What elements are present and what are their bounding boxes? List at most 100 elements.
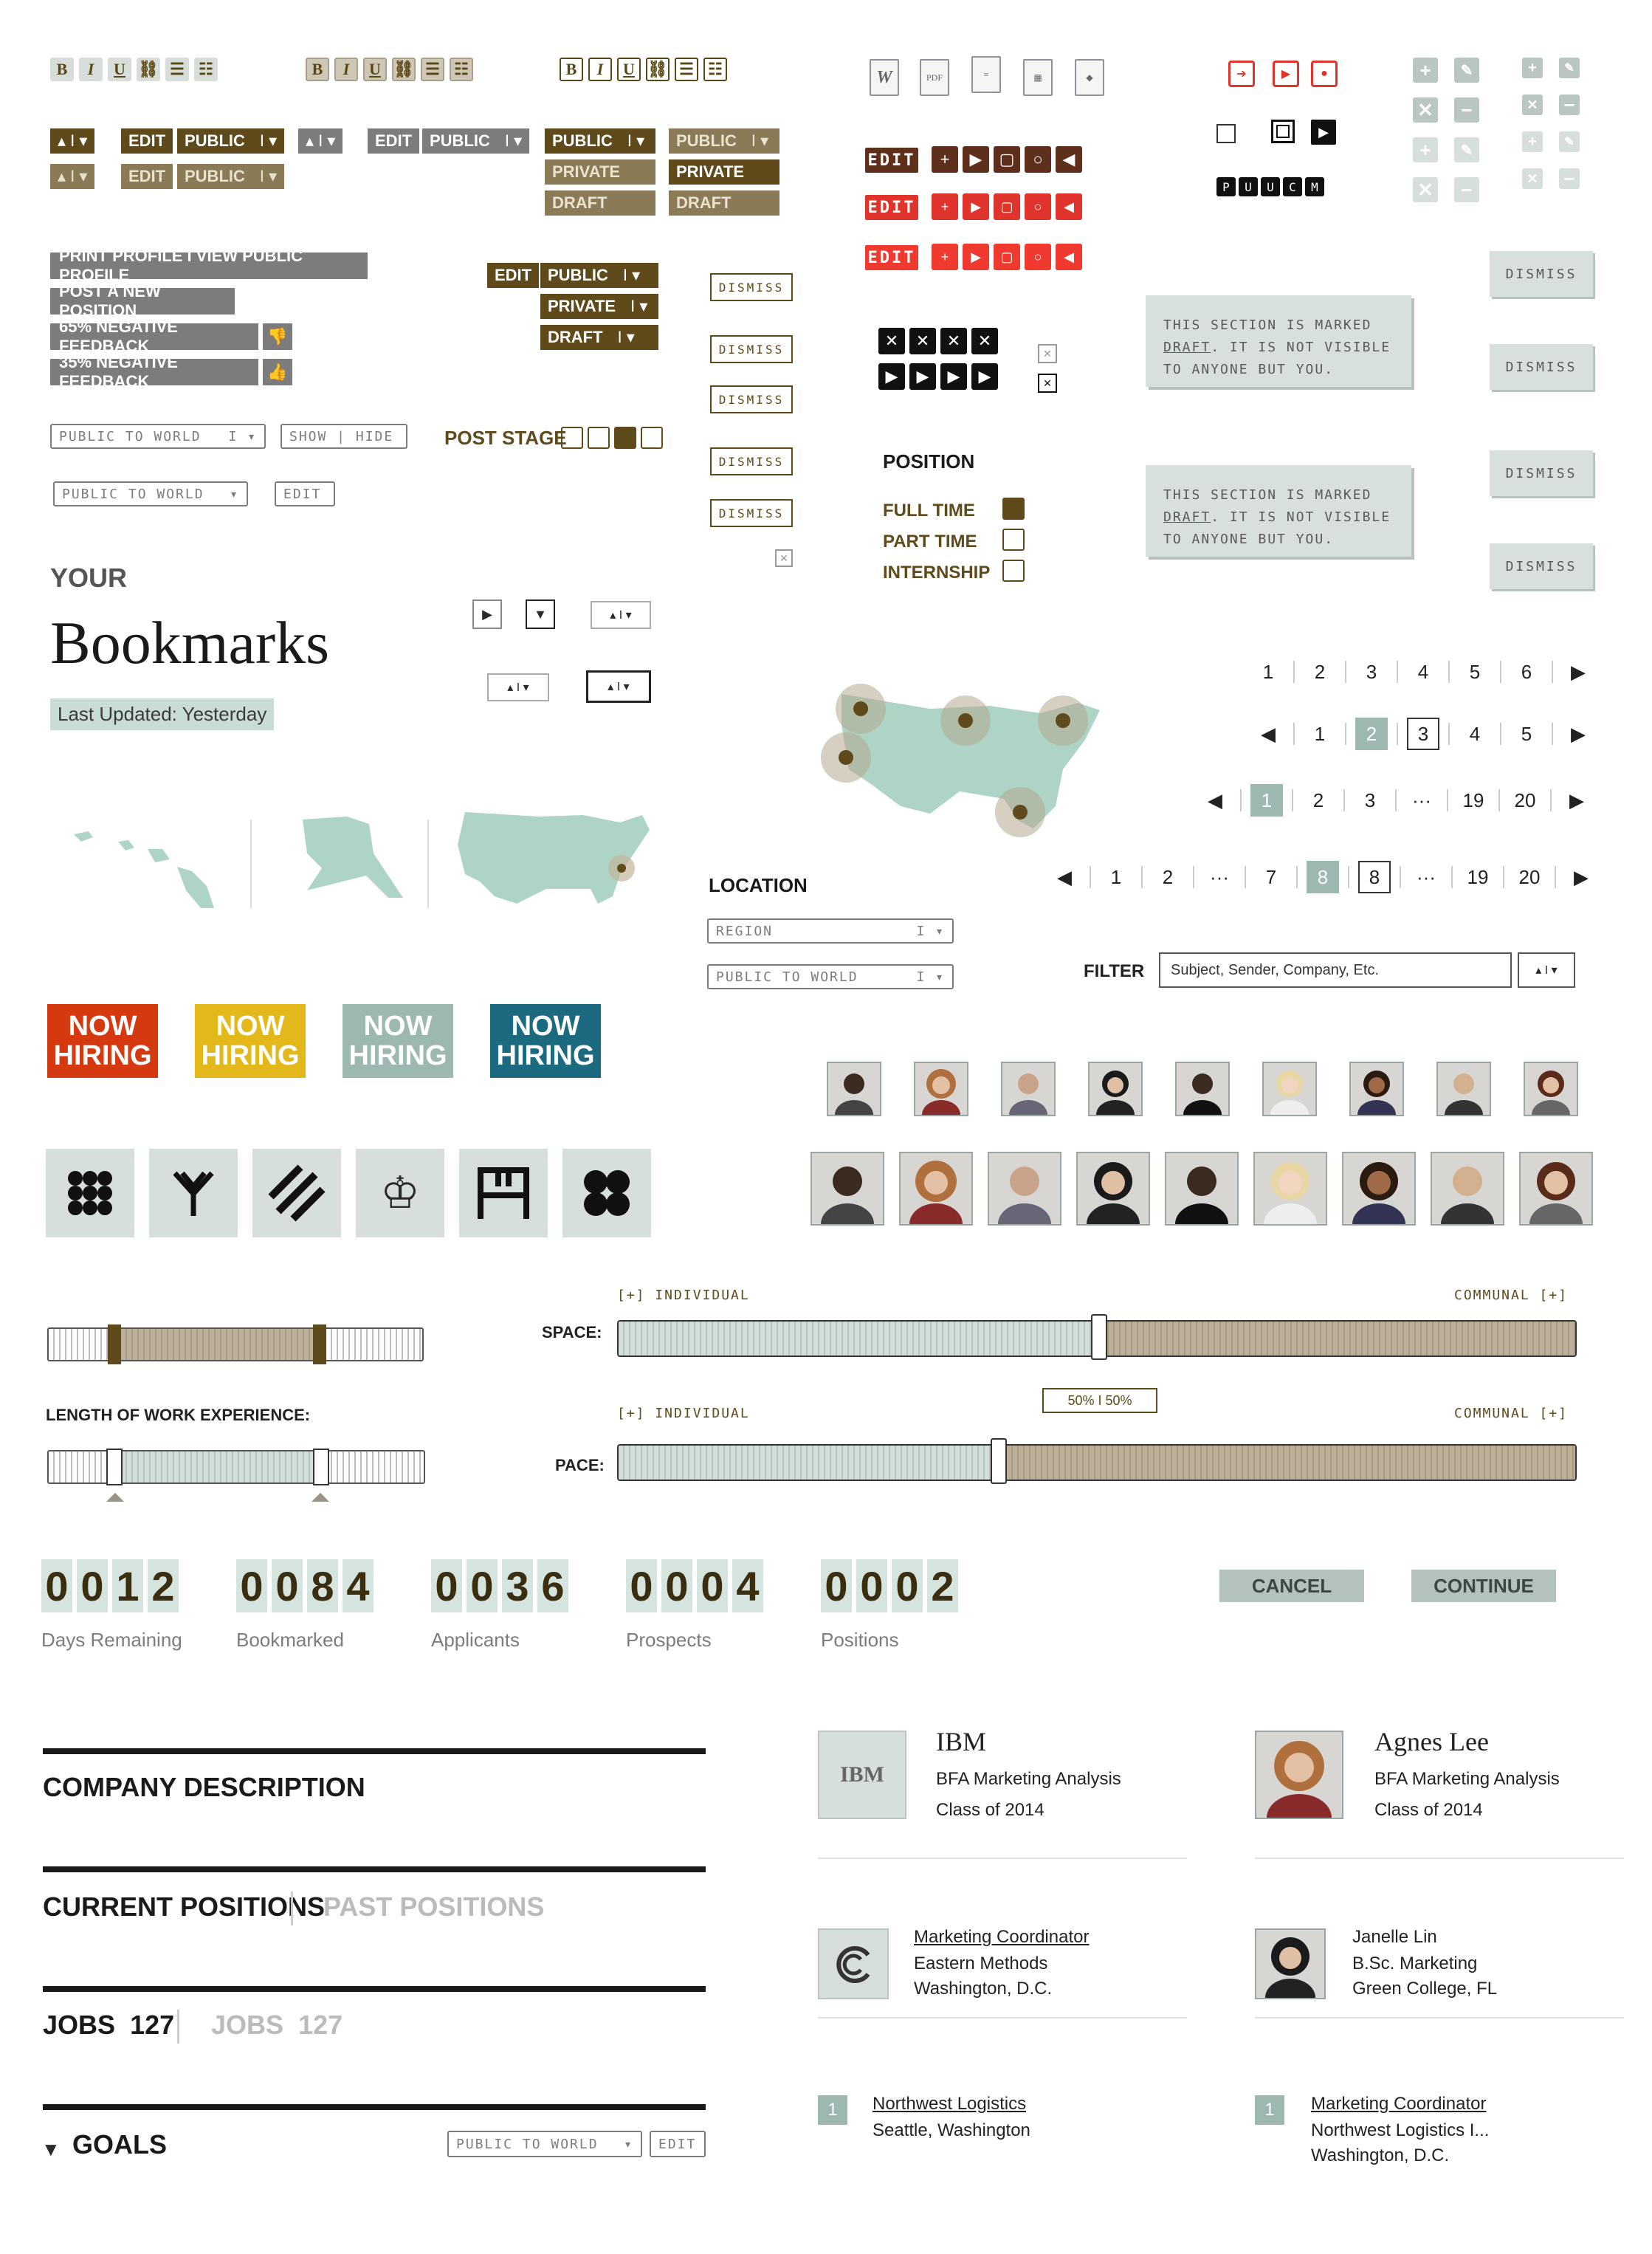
continue-button[interactable]: CONTINUE xyxy=(1411,1570,1556,1602)
play-icon[interactable]: ▶ xyxy=(963,193,989,220)
red-arrow-icon[interactable]: ➔ xyxy=(1228,61,1255,87)
avatar[interactable] xyxy=(1165,1152,1239,1226)
region-dropdown[interactable]: REGION I ▾ xyxy=(707,918,954,944)
dismiss-tag[interactable]: DISMISS xyxy=(1490,450,1593,496)
now-hiring-tag[interactable]: NOW HIRING xyxy=(47,1004,158,1078)
location-pin[interactable] xyxy=(853,701,868,716)
dismiss-button[interactable]: DISMISS xyxy=(710,447,793,475)
close-icon[interactable]: ✕ xyxy=(1413,97,1438,123)
checkbox-empty[interactable] xyxy=(1216,124,1236,143)
minus-icon-small[interactable]: − xyxy=(1559,94,1580,116)
private-dropdown[interactable]: PRIVATE xyxy=(669,159,779,185)
edit-pill[interactable]: EDIT xyxy=(368,128,420,154)
spreadsheet-doc-icon[interactable]: ▦ xyxy=(1023,59,1053,96)
individual-label[interactable]: [+] INDIVIDUAL xyxy=(617,1406,750,1421)
now-hiring-tag[interactable]: NOW HIRING xyxy=(195,1004,306,1078)
part-time-checkbox[interactable] xyxy=(1002,529,1025,551)
numbered-list-icon[interactable]: ☷ xyxy=(194,58,218,81)
letter-key[interactable]: C xyxy=(1283,177,1302,196)
play-icon[interactable]: ▶ xyxy=(909,363,936,390)
play-icon[interactable]: ▶ xyxy=(472,599,502,629)
location-pin[interactable] xyxy=(839,750,853,765)
now-hiring-tag[interactable]: NOW HIRING xyxy=(343,1004,453,1078)
internship-checkbox[interactable] xyxy=(1002,560,1025,582)
presentation-doc-icon[interactable]: ◆ xyxy=(1075,59,1104,96)
ibm-logo[interactable]: IBM xyxy=(818,1731,906,1819)
draft-option[interactable]: DRAFT xyxy=(669,190,779,216)
sort-pill[interactable]: ▴ I ▾ xyxy=(298,128,343,154)
avatar[interactable] xyxy=(1253,1152,1327,1226)
page-link[interactable]: 2 xyxy=(1304,656,1336,688)
avatar[interactable] xyxy=(1349,1062,1404,1116)
page-link[interactable]: 6 xyxy=(1510,656,1543,688)
avatar[interactable] xyxy=(1436,1062,1491,1116)
page-link[interactable]: 4 xyxy=(1407,656,1439,688)
edit-button[interactable]: EDIT xyxy=(650,2131,706,2157)
numbered-list-icon[interactable]: ☷ xyxy=(450,58,473,81)
avatar[interactable] xyxy=(810,1152,884,1226)
page-link[interactable]: 2 xyxy=(1302,784,1335,817)
range-slider-track[interactable] xyxy=(47,1324,424,1364)
tab-jobs-inactive[interactable]: JOBS 127 xyxy=(211,2010,343,2041)
edit-pill[interactable]: EDIT xyxy=(121,128,173,154)
stop-icon[interactable] xyxy=(1271,120,1295,143)
full-time-checkbox[interactable] xyxy=(1002,498,1025,520)
next-page-icon[interactable]: ▶ xyxy=(1562,718,1594,750)
close-icon[interactable]: ✕ xyxy=(909,328,936,354)
bold-button[interactable]: B xyxy=(560,58,583,81)
goals-heading[interactable]: GOALS xyxy=(72,2129,167,2160)
private-dropdown[interactable]: PRIVATE I ▾ xyxy=(540,294,658,319)
page-link-hover[interactable]: 3 xyxy=(1407,718,1439,750)
stage-step[interactable] xyxy=(641,427,663,449)
pdf-doc-icon[interactable]: PDF xyxy=(920,59,949,96)
page-link[interactable]: 3 xyxy=(1354,784,1386,817)
location-pin[interactable] xyxy=(1056,713,1070,728)
page-link[interactable]: 5 xyxy=(1459,656,1491,688)
draft-dropdown[interactable]: DRAFT I ▾ xyxy=(540,325,658,350)
avatar[interactable] xyxy=(1001,1062,1056,1116)
volume-icon[interactable]: ◀ xyxy=(1056,146,1082,173)
now-hiring-tag[interactable]: NOW HIRING xyxy=(490,1004,601,1078)
visibility-dropdown[interactable]: PUBLIC TO WORLD I ▾ xyxy=(707,964,954,989)
avatar[interactable] xyxy=(1524,1062,1578,1116)
volume-icon[interactable]: ◀ xyxy=(1056,244,1082,270)
job-title-link[interactable]: Marketing Coordinator xyxy=(914,1927,1089,1948)
avatar[interactable] xyxy=(899,1152,973,1226)
link-icon[interactable]: ⛓ xyxy=(137,58,160,81)
dismiss-button[interactable]: DISMISS xyxy=(710,499,793,527)
numbered-list-icon[interactable]: ☷ xyxy=(703,58,727,81)
avatar[interactable] xyxy=(1342,1152,1416,1226)
close-icon-dark[interactable]: ✕ xyxy=(1038,374,1057,393)
avatar[interactable] xyxy=(1431,1152,1504,1226)
visibility-dropdown[interactable]: PUBLIC TO WORLD ▾ xyxy=(447,2131,642,2157)
next-page-icon[interactable]: ▶ xyxy=(1560,784,1593,817)
page-link[interactable]: 7 xyxy=(1255,861,1287,893)
job-title-link[interactable]: Marketing Coordinator xyxy=(1311,2094,1486,2114)
avatar[interactable] xyxy=(988,1152,1061,1226)
prev-page-icon[interactable]: ◀ xyxy=(1048,861,1081,893)
page-link-hover[interactable]: 8 xyxy=(1358,861,1391,893)
avatar[interactable] xyxy=(1519,1152,1593,1226)
edit-label-dark[interactable]: EDIT xyxy=(865,148,918,173)
page-link[interactable]: 1 xyxy=(1252,656,1284,688)
individual-label[interactable]: [+] INDIVIDUAL xyxy=(617,1288,750,1303)
print-profile-button[interactable]: PRINT PROFILE I VIEW PUBLIC PROFILE xyxy=(50,247,368,284)
dismiss-button[interactable]: DISMISS xyxy=(710,273,793,301)
play-icon[interactable]: ▶ xyxy=(940,363,967,390)
chevron-down-icon[interactable]: ▼ xyxy=(526,599,555,629)
page-link[interactable]: 5 xyxy=(1510,718,1543,750)
slider-handle[interactable] xyxy=(108,1324,121,1364)
draft-option[interactable]: DRAFT xyxy=(545,190,655,216)
red-record-icon[interactable]: ● xyxy=(1311,61,1338,87)
add-icon[interactable]: + xyxy=(932,146,958,173)
underline-button[interactable]: U xyxy=(108,58,131,81)
company-name[interactable]: IBM xyxy=(936,1726,986,1757)
close-icon[interactable]: ✕ xyxy=(971,328,998,354)
negative-feedback-button[interactable]: 65% NEGATIVE FEEDBACK xyxy=(50,317,258,355)
edit-label-red[interactable]: EDIT xyxy=(865,195,918,220)
public-pill[interactable]: PUBLIC I ▾ xyxy=(177,164,285,189)
close-icon-small[interactable]: ✕ xyxy=(1522,95,1543,115)
public-option[interactable]: PUBLIC I ▾ xyxy=(669,128,779,154)
close-icon[interactable]: ✕ xyxy=(775,549,793,567)
tab-past-positions[interactable]: PAST POSITIONS xyxy=(323,1891,544,1923)
